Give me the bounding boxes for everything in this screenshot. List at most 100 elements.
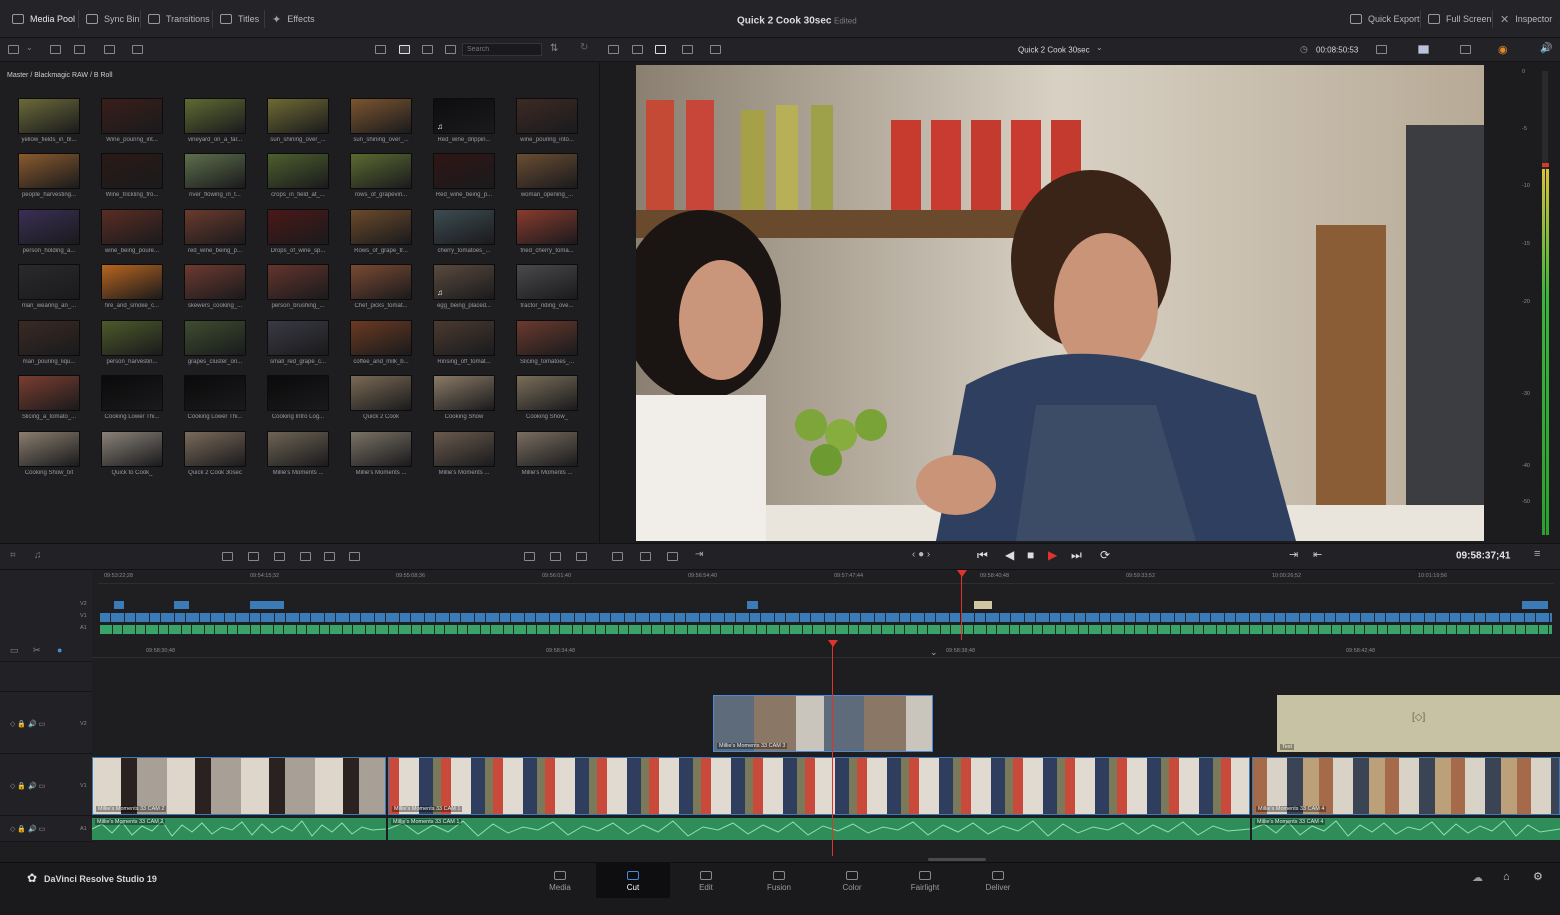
- page-tab-fairlight[interactable]: Fairlight: [888, 862, 962, 898]
- media-clip[interactable]: Cooking Show_txt: [16, 431, 82, 479]
- media-clip[interactable]: Drops_of_wine_sp...: [265, 209, 331, 257]
- video-output-icon[interactable]: [710, 45, 721, 54]
- media-clip[interactable]: wine_being_poure...: [99, 209, 165, 257]
- gear-icon[interactable]: ⚙: [1533, 870, 1543, 883]
- a1-timeline-clip[interactable]: Millie's Moments 33 CAM 4: [1251, 818, 1560, 840]
- sidebar-toggle-icon[interactable]: [8, 45, 19, 54]
- playhead-handle[interactable]: [957, 570, 967, 577]
- media-clip[interactable]: Cooking Lower Thi...: [99, 375, 165, 423]
- media-clip[interactable]: Wine_trickling_fro...: [99, 153, 165, 201]
- media-clip[interactable]: yellow_fields_in_bl...: [16, 98, 82, 146]
- page-tab-fusion[interactable]: Fusion: [742, 862, 816, 898]
- sort-icon[interactable]: ⇅: [550, 43, 558, 54]
- chevron-down-icon[interactable]: ⌄: [930, 647, 938, 658]
- media-clip[interactable]: person_brushing_...: [265, 264, 331, 312]
- append-icon[interactable]: [248, 552, 259, 561]
- media-clip[interactable]: Slicing_a_tomato_...: [16, 375, 82, 423]
- media-clip[interactable]: river_flowing_in_t...: [182, 153, 248, 201]
- media-clip[interactable]: ♫ Red_wine_drippin...: [431, 98, 497, 146]
- media-clip[interactable]: Millie's Moments ...: [514, 431, 580, 479]
- place-on-top-icon[interactable]: [324, 552, 335, 561]
- mark-in-icon[interactable]: ⇥: [1289, 548, 1298, 561]
- snap-icon[interactable]: ⌗: [10, 550, 16, 561]
- waveform-icon[interactable]: [576, 552, 587, 561]
- view-options-icon[interactable]: ▭: [10, 645, 19, 656]
- text-timeline-clip[interactable]: [◇] Text: [1277, 695, 1560, 752]
- menu-icon[interactable]: ≡: [1534, 548, 1540, 560]
- home-icon[interactable]: ⌂: [1503, 871, 1510, 883]
- quick-export-button[interactable]: Quick Export: [1350, 11, 1420, 27]
- v1-timeline-clip[interactable]: Millie's Moments 33 CAM 1: [388, 757, 1250, 815]
- media-clip[interactable]: skewers_cooking_...: [182, 264, 248, 312]
- transform-icon[interactable]: [1460, 45, 1471, 54]
- sync-bin-button[interactable]: Sync Bin: [86, 11, 140, 27]
- page-tab-media[interactable]: Media: [523, 862, 597, 898]
- upper-a1-track[interactable]: [100, 625, 1552, 634]
- sequence-title-dropdown[interactable]: Quick 2 Cook 30sec: [1018, 46, 1090, 55]
- color-picker-icon[interactable]: ◉: [1498, 43, 1508, 56]
- track-controls-icon[interactable]: ◇ 🔒 🔊 ▭: [10, 825, 45, 833]
- upper-playhead[interactable]: [961, 570, 962, 640]
- media-clip[interactable]: man_pouring_liqu...: [16, 320, 82, 368]
- output-icon[interactable]: [1418, 45, 1429, 54]
- source-clip-icon[interactable]: [655, 45, 666, 54]
- upper-v2-track[interactable]: [100, 601, 1552, 609]
- media-clip[interactable]: Quick 2 Cook 30sec: [182, 431, 248, 479]
- thumbnail-view-icon[interactable]: [399, 45, 410, 54]
- chevron-down-icon[interactable]: ⌄: [1096, 43, 1103, 52]
- razor-icon[interactable]: ✂: [33, 645, 41, 656]
- marker-icon[interactable]: ●: [57, 645, 62, 655]
- media-clip[interactable]: fried_cherry_toma...: [514, 209, 580, 257]
- trim-icon[interactable]: [612, 552, 623, 561]
- track-controls-icon[interactable]: ◇ 🔒 🔊 ▭: [10, 782, 45, 790]
- loop-icon[interactable]: ⟳: [1100, 548, 1110, 562]
- media-pool-button[interactable]: Media Pool: [12, 11, 75, 27]
- stop-icon[interactable]: ■: [1027, 548, 1034, 562]
- audio-toggle-icon[interactable]: 🔊: [1540, 43, 1552, 54]
- v2-clip[interactable]: [114, 601, 124, 609]
- media-clip[interactable]: sun_shining_over_...: [265, 98, 331, 146]
- page-tab-edit[interactable]: Edit: [669, 862, 743, 898]
- import-media-icon[interactable]: [50, 45, 61, 54]
- media-clip[interactable]: man_wearing_an_...: [16, 264, 82, 312]
- v1-timeline-clip[interactable]: Millie's Moments 33 CAM 4: [1252, 757, 1560, 815]
- play-reverse-icon[interactable]: ◀: [1005, 548, 1014, 562]
- media-clip[interactable]: Rows_of_grape_tr...: [348, 209, 414, 257]
- media-clip[interactable]: Rinsing_off_tomat...: [431, 320, 497, 368]
- media-clip[interactable]: Quick to Cook_: [99, 431, 165, 479]
- media-clip[interactable]: Red_wine_being_p...: [431, 153, 497, 201]
- media-clip[interactable]: Wine_pouring_int...: [99, 98, 165, 146]
- v2-timeline-clip[interactable]: Millie's Moments 33 CAM 3: [713, 695, 933, 752]
- media-clip[interactable]: fire_and_smoke_c...: [99, 264, 165, 312]
- source-overwrite-icon[interactable]: [349, 552, 360, 561]
- media-clip[interactable]: vineyard_on_a_far...: [182, 98, 248, 146]
- media-clip[interactable]: person_harvestin...: [99, 320, 165, 368]
- media-clip[interactable]: red_wine_being_p...: [182, 209, 248, 257]
- media-clip[interactable]: Millie's Moments ...: [265, 431, 331, 479]
- lower-ruler[interactable]: 09:58:30;48 09:58:34;48 09:58:38;48 09:58:4…: [92, 640, 1560, 658]
- refresh-icon[interactable]: ↻: [580, 42, 588, 53]
- track-controls-icon[interactable]: ◇ 🔒 🔊 ▭: [10, 720, 45, 728]
- media-clip[interactable]: person_holding_a...: [16, 209, 82, 257]
- media-clip[interactable]: wine_pouring_into...: [514, 98, 580, 146]
- titles-button[interactable]: Titles: [220, 11, 259, 27]
- media-clip[interactable]: rows_of_grapevin...: [348, 153, 414, 201]
- media-clip[interactable]: tractor_riding_ove...: [514, 264, 580, 312]
- close-up-icon[interactable]: [300, 552, 311, 561]
- aspect-icon[interactable]: [1376, 45, 1387, 54]
- media-clip[interactable]: woman_opening_...: [514, 153, 580, 201]
- search-input[interactable]: [462, 43, 542, 56]
- v2-clip[interactable]: [747, 601, 758, 609]
- a1-timeline-clip[interactable]: Millie's Moments 33 CAM 1: [387, 818, 1251, 840]
- v2-clip[interactable]: [174, 601, 189, 609]
- timeline-view-icon[interactable]: [682, 45, 693, 54]
- text-clip[interactable]: [974, 601, 992, 609]
- upper-v1-track[interactable]: [100, 613, 1552, 622]
- media-clip[interactable]: ♫ egg_being_placed...: [431, 264, 497, 312]
- scene-detect-icon[interactable]: [550, 552, 561, 561]
- media-clip[interactable]: coffee_and_milk_b...: [348, 320, 414, 368]
- fast-review-icon[interactable]: [640, 552, 651, 561]
- page-tab-color[interactable]: Color: [815, 862, 889, 898]
- sync-icon[interactable]: [104, 45, 115, 54]
- media-clip[interactable]: Slicing_tomatoes_...: [514, 320, 580, 368]
